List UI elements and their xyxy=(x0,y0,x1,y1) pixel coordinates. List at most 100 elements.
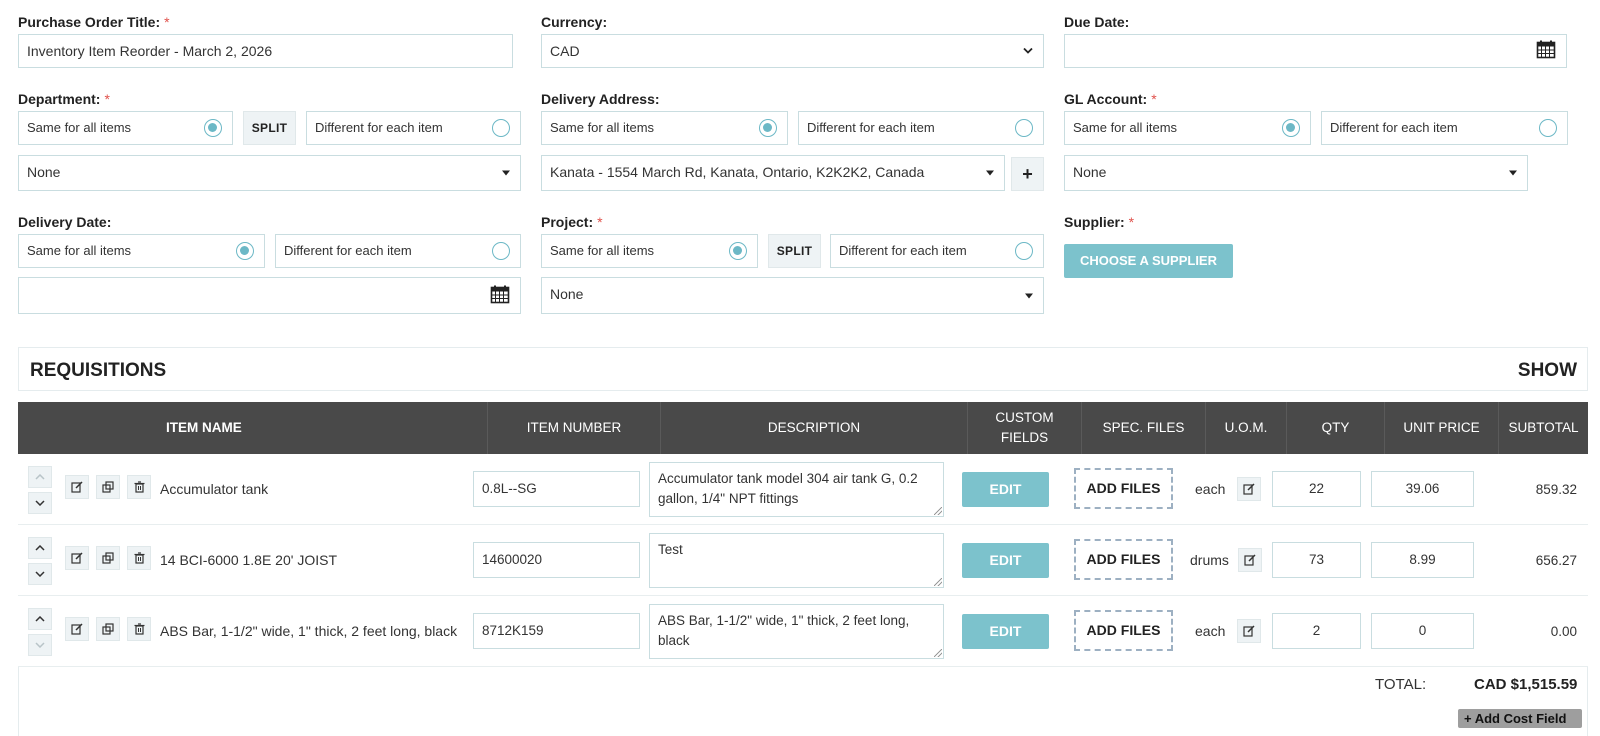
unit-price-input[interactable]: 8.99 xyxy=(1371,542,1474,578)
delivery-date-label: Delivery Date: xyxy=(18,214,112,230)
show-toggle[interactable]: SHOW xyxy=(1518,360,1577,382)
delivery-address-select[interactable]: Kanata - 1554 March Rd, Kanata, Ontario,… xyxy=(541,155,1005,191)
currency-value: CAD xyxy=(550,43,580,59)
col-uom: U.O.M. xyxy=(1205,402,1286,454)
description-textarea[interactable]: ABS Bar, 1-1/2" wide, 1" thick, 2 feet l… xyxy=(649,604,944,659)
copy-row-icon[interactable] xyxy=(96,546,120,570)
edit-custom-fields-button[interactable]: EDIT xyxy=(962,543,1049,578)
item-number-input[interactable]: 8712K159 xyxy=(473,613,640,649)
radio-empty-icon[interactable] xyxy=(1015,119,1033,137)
project-select[interactable]: None xyxy=(541,277,1044,314)
col-item-name: ITEM NAME xyxy=(166,420,242,435)
edit-uom-icon[interactable] xyxy=(1237,477,1261,501)
radio-selected-icon[interactable] xyxy=(759,119,777,137)
move-down-button[interactable] xyxy=(28,492,52,514)
due-date-label: Due Date: xyxy=(1064,14,1130,30)
move-up-button[interactable] xyxy=(28,608,52,630)
requisitions-header: REQUISITIONS SHOW xyxy=(18,347,1588,391)
project-label: Project: * xyxy=(541,214,603,230)
qty-input[interactable]: 73 xyxy=(1272,542,1361,578)
move-down-button[interactable] xyxy=(28,634,52,656)
radio-selected-icon[interactable] xyxy=(1282,119,1300,137)
po-title-input[interactable]: Inventory Item Reorder - March 2, 2026 xyxy=(18,34,513,68)
project-different-option[interactable]: Different for each item xyxy=(830,234,1044,268)
caret-down-icon xyxy=(1025,293,1033,298)
add-address-button[interactable]: + xyxy=(1011,157,1044,191)
subtotal-value: 0.00 xyxy=(1550,624,1577,639)
department-different-option[interactable]: Different for each item xyxy=(306,111,521,145)
resize-grip-icon[interactable] xyxy=(934,578,942,586)
currency-select[interactable]: CAD xyxy=(541,34,1044,68)
due-date-input[interactable] xyxy=(1064,34,1567,68)
add-files-button[interactable]: ADD FILES xyxy=(1074,468,1173,509)
edit-custom-fields-button[interactable]: EDIT xyxy=(962,472,1049,507)
radio-empty-icon[interactable] xyxy=(1015,242,1033,260)
supplier-label: Supplier: * xyxy=(1064,214,1135,230)
choose-supplier-button[interactable]: CHOOSE A SUPPLIER xyxy=(1064,244,1233,278)
radio-empty-icon[interactable] xyxy=(492,119,510,137)
trash-icon[interactable] xyxy=(127,546,151,570)
edit-row-icon[interactable] xyxy=(65,617,89,641)
requisitions-title: REQUISITIONS xyxy=(30,360,167,381)
copy-row-icon[interactable] xyxy=(96,617,120,641)
add-cost-field-button[interactable]: + Add Cost Field xyxy=(1458,709,1582,728)
table-row: 14 BCI-6000 1.8E 20' JOIST 14600020 Test… xyxy=(18,525,1588,596)
trash-icon[interactable] xyxy=(127,475,151,499)
gl-account-different-option[interactable]: Different for each item xyxy=(1321,111,1568,145)
resize-grip-icon[interactable] xyxy=(934,507,942,515)
subtotal-value: 859.32 xyxy=(1535,482,1577,497)
description-textarea[interactable]: Accumulator tank model 304 air tank G, 0… xyxy=(649,462,944,517)
item-number-input[interactable]: 14600020 xyxy=(473,542,640,578)
move-up-button[interactable] xyxy=(28,466,52,488)
project-same-option[interactable]: Same for all items xyxy=(541,234,758,268)
add-files-button[interactable]: ADD FILES xyxy=(1074,539,1173,580)
radio-selected-icon[interactable] xyxy=(236,242,254,260)
delivery-date-input[interactable] xyxy=(18,277,521,314)
gl-account-same-option[interactable]: Same for all items xyxy=(1064,111,1311,145)
total-label: TOTAL: xyxy=(1375,676,1427,693)
col-description: DESCRIPTION xyxy=(660,402,967,454)
delivery-address-same-option[interactable]: Same for all items xyxy=(541,111,788,145)
edit-row-icon[interactable] xyxy=(65,475,89,499)
qty-input[interactable]: 2 xyxy=(1272,613,1361,649)
radio-selected-icon[interactable] xyxy=(729,242,747,260)
add-files-button[interactable]: ADD FILES xyxy=(1074,610,1173,651)
department-select[interactable]: None xyxy=(18,155,521,191)
edit-uom-icon[interactable] xyxy=(1237,619,1261,643)
edit-uom-icon[interactable] xyxy=(1238,548,1262,572)
radio-empty-icon[interactable] xyxy=(492,242,510,260)
unit-price-input[interactable]: 0 xyxy=(1371,613,1474,649)
delivery-address-different-option[interactable]: Different for each item xyxy=(798,111,1044,145)
po-title-label: Purchase Order Title: * xyxy=(18,14,170,30)
move-up-button[interactable] xyxy=(28,537,52,559)
edit-row-icon[interactable] xyxy=(65,546,89,570)
total-value: CAD $1,515.59 xyxy=(1474,676,1578,693)
resize-grip-icon[interactable] xyxy=(934,649,942,657)
item-number-input[interactable]: 0.8L--SG xyxy=(473,471,640,507)
item-name: ABS Bar, 1-1/2" wide, 1" thick, 2 feet l… xyxy=(160,623,458,639)
calendar-icon[interactable] xyxy=(1536,40,1556,63)
department-split-button[interactable]: SPLIT xyxy=(243,111,296,145)
requisitions-table-header: ITEM NAME ITEM NUMBER DESCRIPTION CUSTOM… xyxy=(18,402,1588,454)
col-subtotal: SUBTOTAL xyxy=(1498,402,1588,454)
caret-down-icon xyxy=(986,170,994,176)
radio-empty-icon[interactable] xyxy=(1539,119,1557,137)
delivery-date-same-option[interactable]: Same for all items xyxy=(18,234,265,268)
delivery-date-different-option[interactable]: Different for each item xyxy=(275,234,521,268)
calendar-icon[interactable] xyxy=(490,284,510,307)
col-spec-files: SPEC. FILES xyxy=(1081,402,1205,454)
project-split-button[interactable]: SPLIT xyxy=(768,234,821,268)
description-textarea[interactable]: Test xyxy=(649,533,944,588)
caret-down-icon xyxy=(1509,170,1517,176)
chevron-down-icon xyxy=(1023,47,1033,55)
col-custom-fields: CUSTOM FIELDS xyxy=(967,402,1081,454)
copy-row-icon[interactable] xyxy=(96,475,120,499)
department-same-option[interactable]: Same for all items xyxy=(18,111,233,145)
move-down-button[interactable] xyxy=(28,563,52,585)
trash-icon[interactable] xyxy=(127,617,151,641)
unit-price-input[interactable]: 39.06 xyxy=(1371,471,1474,507)
edit-custom-fields-button[interactable]: EDIT xyxy=(962,614,1049,649)
radio-selected-icon[interactable] xyxy=(204,119,222,137)
qty-input[interactable]: 22 xyxy=(1272,471,1361,507)
gl-account-select[interactable]: None xyxy=(1064,155,1528,191)
